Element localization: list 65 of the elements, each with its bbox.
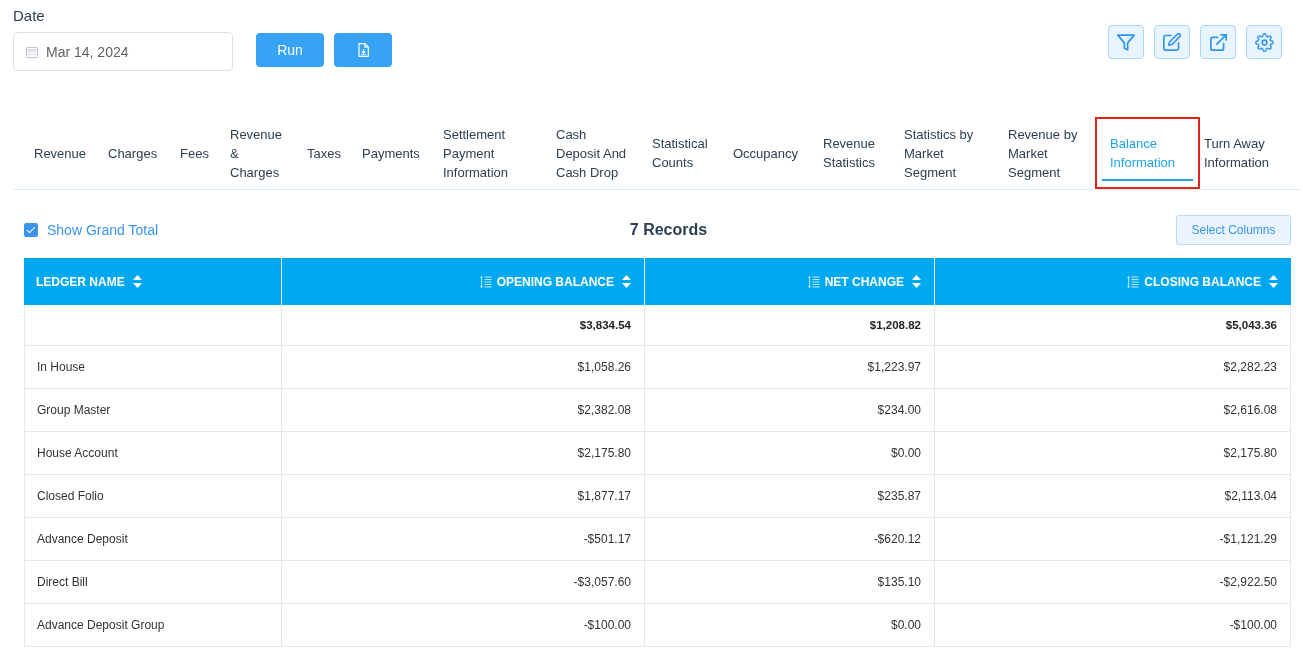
table-cell: Advance Deposit Group (37, 618, 165, 632)
table-cell: -$100.00 (1229, 618, 1277, 632)
sort-icon[interactable] (912, 275, 921, 288)
table-cell: Advance Deposit (37, 532, 128, 546)
table-cell: -$2,922.50 (1219, 575, 1277, 589)
table-cell: -$501.17 (583, 532, 631, 546)
table-cell: $2,282.23 (1223, 360, 1277, 374)
date-field[interactable]: Mar 14, 2024 (13, 32, 233, 71)
table-cell: $2,616.08 (1223, 403, 1277, 417)
report-tab[interactable]: Taxes (297, 118, 352, 188)
grand-total-value: $5,043.36 (1225, 319, 1277, 331)
calendar-icon (26, 45, 38, 58)
grand-total-value: $3,834.54 (579, 319, 631, 331)
table-cell: Group Master (37, 403, 111, 417)
settings-button[interactable] (1246, 25, 1282, 59)
report-tab[interactable]: Revenue (24, 118, 98, 188)
edit-icon (1163, 33, 1181, 51)
report-tab[interactable]: Statistics by Market Segment (894, 118, 998, 188)
date-label: Date (13, 7, 46, 25)
records-count: 7 Records (628, 221, 708, 239)
sort-icon[interactable] (1269, 275, 1278, 288)
sort-icon[interactable] (132, 275, 142, 288)
filter-icon (1117, 33, 1135, 51)
table-cell: $1,223.97 (867, 360, 921, 374)
table-cell: $0.00 (890, 446, 921, 460)
report-tab[interactable]: Revenue Statistics (813, 118, 894, 188)
table-cell: $234.00 (877, 403, 921, 417)
grand-total-value: $1,208.82 (869, 319, 921, 331)
table-cell: Direct Bill (37, 575, 88, 589)
export-button[interactable] (334, 33, 392, 67)
table-cell: $2,175.80 (577, 446, 631, 460)
report-tab[interactable]: Payments (352, 118, 433, 188)
report-tab[interactable]: Fees (170, 118, 220, 188)
table-cell: $135.10 (877, 575, 921, 589)
checkbox[interactable] (24, 223, 38, 237)
report-tab[interactable]: Statistical Counts (642, 118, 723, 188)
table-cell: $1,877.17 (577, 489, 631, 503)
export-link-button[interactable] (1200, 25, 1236, 59)
report-tab[interactable]: Charges (98, 118, 170, 188)
report-tab[interactable]: Cash Deposit And Cash Drop (546, 118, 642, 188)
table-cell: $2,382.08 (577, 403, 631, 417)
file-download-icon (357, 43, 369, 57)
table-cell: -$100.00 (583, 618, 631, 632)
table-cell: -$620.12 (873, 532, 921, 546)
table-cell: House Account (37, 446, 118, 460)
table-cell: -$3,057.60 (573, 575, 631, 589)
table-cell: $1,058.26 (577, 360, 631, 374)
table-cell: $2,175.80 (1223, 446, 1277, 460)
sort-icon[interactable] (622, 275, 631, 288)
table-cell: -$1,121.29 (1219, 532, 1277, 546)
settings-icon (1254, 32, 1274, 52)
column-lines-icon (1127, 275, 1140, 288)
report-tab[interactable]: Occupancy (723, 118, 813, 188)
report-tab[interactable]: Settlement Payment Information (433, 118, 546, 188)
table-cell: $235.87 (877, 489, 921, 503)
table-cell: $0.00 (890, 618, 921, 632)
table-cell: Closed Folio (37, 489, 104, 503)
column-lines-icon (479, 275, 492, 288)
external-link-icon (1209, 33, 1227, 51)
report-tab[interactable]: Revenue & Charges (220, 118, 297, 188)
filter-button[interactable] (1108, 25, 1144, 59)
table-cell: $2,113.04 (1224, 489, 1277, 503)
column-lines-icon (807, 275, 820, 288)
edit-button[interactable] (1154, 25, 1190, 59)
table-cell: In House (37, 360, 86, 374)
